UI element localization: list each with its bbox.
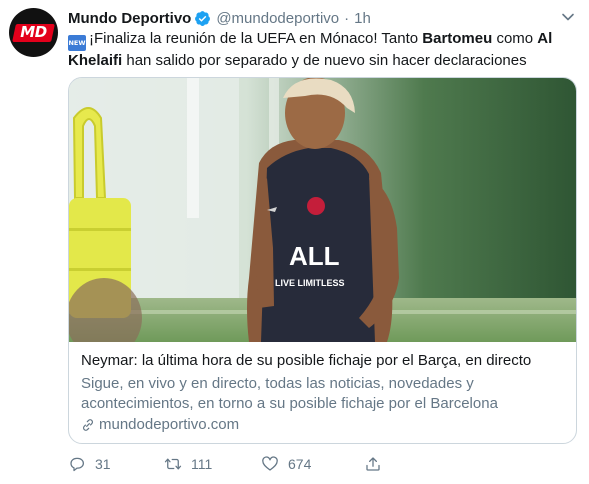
tweet-text-part: ¡Finaliza la reunión de la UEFA en Mónac… [89, 30, 423, 47]
like-button[interactable]: 674 [261, 455, 311, 473]
tweet-text-part: como [492, 30, 538, 47]
avatar-logo-text: MD [20, 23, 47, 41]
jersey-brand-text: ALL [289, 241, 340, 271]
share-icon [366, 457, 380, 471]
card-domain[interactable]: mundodeportivo.com [81, 416, 239, 433]
share-button[interactable] [364, 455, 391, 473]
retweet-count: 111 [191, 456, 213, 472]
jersey-slogan-text: LIVE LIMITLESS [275, 278, 345, 288]
card-title[interactable]: Neymar: la última hora de su posible fic… [81, 352, 567, 369]
display-name[interactable]: Mundo Deportivo [68, 10, 191, 27]
tweet-header: Mundo Deportivo @mundodeportivo · 1h [68, 7, 371, 29]
handle[interactable]: @mundodeportivo [216, 10, 339, 27]
like-icon [262, 456, 278, 471]
tweet-text: NEW ¡Finaliza la reunión de la UEFA en Mó… [68, 29, 578, 71]
link-icon [81, 418, 95, 432]
new-badge-icon: NEW [68, 35, 86, 51]
card-domain-text: mundodeportivo.com [99, 416, 240, 433]
tweet-text-bold: Bartomeu [422, 30, 493, 47]
tweet-actions: 31 111 674 [68, 455, 388, 475]
verified-icon [194, 10, 211, 27]
avatar[interactable]: MD [9, 8, 58, 57]
reply-button[interactable]: 31 [68, 455, 111, 473]
reply-count: 31 [95, 456, 111, 472]
tweet-text-part: han salido por separado y de nuevo sin h… [122, 52, 527, 69]
tweet[interactable]: MD Mundo Deportivo @mundodeportivo · 1h … [0, 0, 589, 484]
card-image[interactable]: ALL LIVE LIMITLESS [69, 78, 576, 342]
link-card[interactable]: ALL LIVE LIMITLESS Neymar: la última hor… [68, 77, 577, 444]
timestamp[interactable]: 1h [354, 10, 371, 27]
reply-icon [70, 457, 84, 472]
like-count: 674 [288, 456, 312, 472]
retweet-button[interactable]: 111 [164, 455, 212, 473]
retweet-icon [164, 458, 182, 470]
card-description: Sigue, en vivo y en directo, todas las n… [81, 375, 498, 412]
caret-down-icon[interactable] [561, 10, 575, 24]
separator-dot: · [344, 9, 350, 27]
